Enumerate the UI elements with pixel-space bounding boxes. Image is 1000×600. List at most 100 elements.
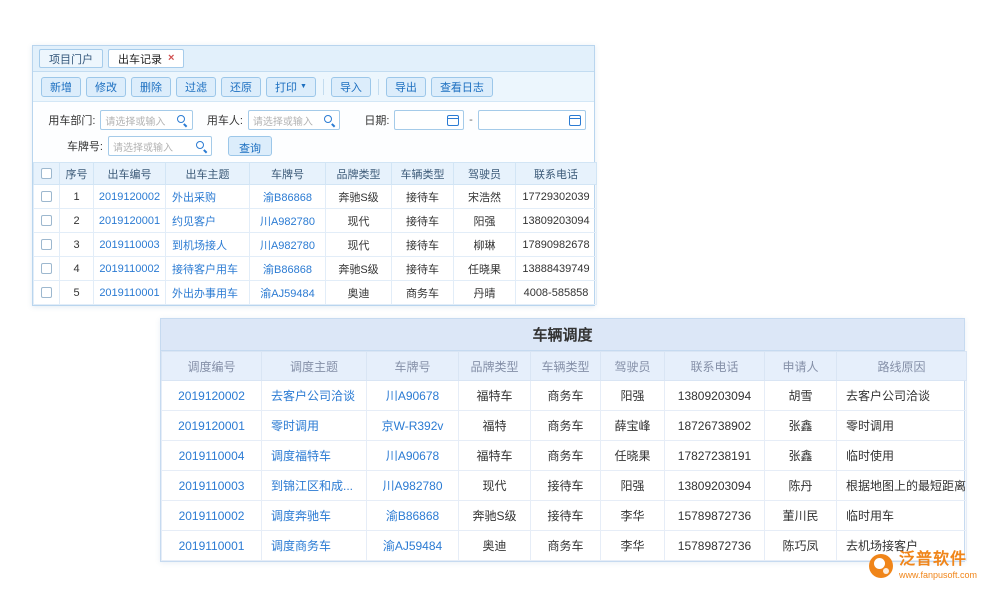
row-checkbox[interactable] [41, 263, 52, 274]
phone-cell: 17827238191 [665, 441, 765, 471]
row-checkbox[interactable] [41, 239, 52, 250]
restore-button[interactable]: 还原 [221, 77, 261, 97]
plate-link[interactable]: 渝B86868 [386, 509, 439, 523]
plate-link[interactable]: 渝B86868 [263, 264, 312, 276]
dispatch-subject-link[interactable]: 调度商务车 [271, 539, 331, 553]
record-id-link[interactable]: 2019120001 [99, 215, 160, 227]
search-icon[interactable] [323, 114, 335, 126]
row-checkbox[interactable] [41, 215, 52, 226]
type-cell: 商务车 [531, 441, 601, 471]
close-icon[interactable]: × [168, 53, 174, 64]
record-subject-link[interactable]: 到机场接人 [172, 240, 227, 252]
type-cell: 接待车 [392, 185, 454, 209]
record-id-link[interactable]: 2019110001 [99, 287, 159, 299]
driver-cell: 阳强 [601, 471, 665, 501]
column-header-id[interactable]: 出车编号 [94, 163, 166, 185]
dispatch-id-link[interactable]: 2019110003 [179, 479, 245, 493]
phone-cell: 4008-585858 [516, 281, 597, 305]
table-row: 2019120001 零时调用 京W-R392v 福特 商务车 薛宝峰 1872… [162, 411, 967, 441]
dispatch-subject-link[interactable]: 零时调用 [271, 419, 319, 433]
record-subject-link[interactable]: 接待客户用车 [172, 264, 238, 276]
print-button[interactable]: 打印 ▼ [266, 77, 316, 97]
plate-link[interactable]: 川A90678 [386, 449, 439, 463]
query-button[interactable]: 查询 [228, 136, 272, 156]
record-id-link[interactable]: 2019120002 [99, 191, 160, 203]
dispatch-subject-link[interactable]: 去客户公司洽谈 [271, 389, 355, 403]
type-cell: 商务车 [392, 281, 454, 305]
plate-link[interactable]: 川A982780 [260, 240, 315, 252]
column-header-brand[interactable]: 品牌类型 [326, 163, 392, 185]
column-header-brand: 品牌类型 [459, 352, 531, 381]
edit-button[interactable]: 修改 [86, 77, 126, 97]
plate-select-input[interactable]: 请选择或输入 [108, 136, 212, 156]
filter-button[interactable]: 过滤 [176, 77, 216, 97]
dispatch-records-window: 项目门户 出车记录 × 新增 修改 删除 过滤 还原 打印 ▼ 导入 导出 查看… [32, 45, 595, 306]
dispatch-id-link[interactable]: 2019120002 [178, 389, 245, 403]
plate-link[interactable]: 渝AJ59484 [260, 288, 314, 300]
plate-link[interactable]: 川A90678 [386, 389, 439, 403]
export-button[interactable]: 导出 [386, 77, 426, 97]
driver-cell: 宋浩然 [454, 185, 516, 209]
table-row: 2019110003 到锦江区和成... 川A982780 现代 接待车 阳强 … [162, 471, 967, 501]
select-all-checkbox[interactable] [41, 168, 52, 179]
driver-cell: 阳强 [454, 209, 516, 233]
column-header-type[interactable]: 车辆类型 [392, 163, 454, 185]
type-cell: 商务车 [531, 531, 601, 561]
dispatch-id-link[interactable]: 2019110002 [179, 509, 245, 523]
row-checkbox[interactable] [41, 287, 52, 298]
dispatch-subject-link[interactable]: 到锦江区和成... [271, 479, 353, 493]
tab-project-portal[interactable]: 项目门户 [39, 49, 103, 68]
column-header-driver[interactable]: 驾驶员 [454, 163, 516, 185]
dispatch-subject-link[interactable]: 调度奔驰车 [271, 509, 331, 523]
plate-link[interactable]: 川A982780 [382, 479, 442, 493]
row-number: 2 [60, 209, 94, 233]
record-subject-link[interactable]: 外出办事用车 [172, 288, 238, 300]
plate-link[interactable]: 渝AJ59484 [383, 539, 442, 553]
type-cell: 商务车 [531, 411, 601, 441]
table-row: 2019110004 调度福特车 川A90678 福特车 商务车 任晓果 178… [162, 441, 967, 471]
column-header-subject[interactable]: 出车主题 [166, 163, 250, 185]
dispatch-id-link[interactable]: 2019110004 [179, 449, 245, 463]
import-button[interactable]: 导入 [331, 77, 371, 97]
column-header-phone[interactable]: 联系电话 [516, 163, 597, 185]
dispatch-subject-link[interactable]: 调度福特车 [271, 449, 331, 463]
plate-link[interactable]: 渝B86868 [263, 192, 312, 204]
phone-cell: 17729302039 [516, 185, 597, 209]
record-subject-link[interactable]: 约见客户 [172, 216, 216, 228]
dispatch-id-link[interactable]: 2019110001 [179, 539, 245, 553]
calendar-icon[interactable] [447, 115, 459, 126]
record-id-link[interactable]: 2019110002 [99, 263, 159, 275]
date-label: 日期: [354, 112, 389, 128]
dispatch-id-link[interactable]: 2019120001 [178, 419, 245, 433]
vehicle-dispatch-panel: 车辆调度 调度编号 调度主题 车牌号 品牌类型 车辆类型 驾驶员 联系电话 申请… [160, 318, 965, 562]
table-row: 2019120002 去客户公司洽谈 川A90678 福特车 商务车 阳强 13… [162, 381, 967, 411]
record-subject-link[interactable]: 外出采购 [172, 192, 216, 204]
date-to-input[interactable] [478, 110, 586, 130]
calendar-icon[interactable] [569, 115, 581, 126]
user-select-input[interactable]: 请选择或输入 [248, 110, 340, 130]
chevron-down-icon: ▼ [300, 83, 307, 90]
record-id-link[interactable]: 2019110003 [99, 239, 159, 251]
type-cell: 接待车 [531, 471, 601, 501]
row-number: 4 [60, 257, 94, 281]
plate-link[interactable]: 京W-R392v [382, 419, 444, 433]
driver-cell: 薛宝峰 [601, 411, 665, 441]
dept-select-input[interactable]: 请选择或输入 [100, 110, 192, 130]
logo-name: 泛普软件 [899, 551, 977, 569]
table-row: 2019110001 调度商务车 渝AJ59484 奥迪 商务车 李华 1578… [162, 531, 967, 561]
date-from-input[interactable] [394, 110, 464, 130]
tab-dispatch-records[interactable]: 出车记录 × [108, 49, 184, 68]
table-row: 4 2019110002 接待客户用车 渝B86868 奔驰S级 接待车 任晓果… [34, 257, 597, 281]
plate-link[interactable]: 川A982780 [260, 216, 315, 228]
delete-button[interactable]: 删除 [131, 77, 171, 97]
column-header-reason: 路线原因 [837, 352, 967, 381]
reason-cell: 临时用车 [837, 501, 967, 531]
row-checkbox[interactable] [41, 191, 52, 202]
search-icon[interactable] [195, 140, 207, 152]
add-button[interactable]: 新增 [41, 77, 81, 97]
search-icon[interactable] [176, 114, 188, 126]
plate-label: 车牌号: [41, 138, 103, 154]
column-header-no[interactable]: 序号 [60, 163, 94, 185]
view-log-button[interactable]: 查看日志 [431, 77, 493, 97]
column-header-plate[interactable]: 车牌号 [250, 163, 326, 185]
